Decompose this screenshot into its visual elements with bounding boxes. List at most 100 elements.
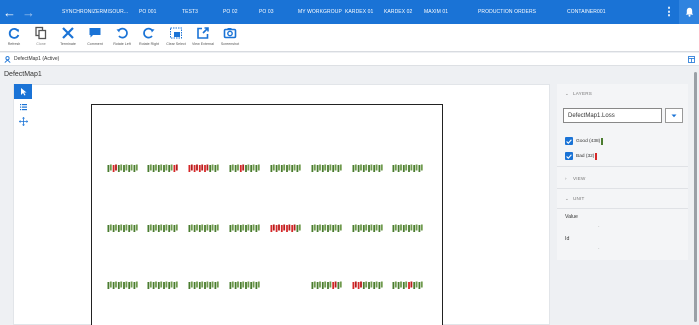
- good-die[interactable]: [168, 282, 171, 289]
- die-group[interactable]: [188, 164, 220, 173]
- good-die[interactable]: [130, 224, 133, 231]
- good-die[interactable]: [413, 165, 416, 172]
- good-die[interactable]: [120, 164, 123, 171]
- good-die[interactable]: [170, 164, 173, 171]
- layer-select[interactable]: DefectMap1.Loss: [563, 108, 662, 123]
- good-die[interactable]: [231, 281, 234, 288]
- die-group[interactable]: [311, 281, 343, 290]
- good-die[interactable]: [415, 224, 418, 231]
- good-die[interactable]: [360, 224, 362, 231]
- good-die[interactable]: [163, 225, 165, 232]
- good-die[interactable]: [165, 164, 168, 171]
- good-die[interactable]: [147, 225, 150, 232]
- tab-production-orders[interactable]: PRODUCTION ORDERS: [478, 9, 536, 15]
- good-die[interactable]: [250, 165, 253, 172]
- good-die[interactable]: [319, 224, 321, 231]
- good-die[interactable]: [397, 225, 400, 232]
- good-die[interactable]: [288, 164, 291, 171]
- list-tool-button[interactable]: [14, 99, 32, 114]
- good-die[interactable]: [313, 224, 316, 231]
- bad-die[interactable]: [410, 281, 413, 288]
- bad-die[interactable]: [112, 165, 115, 172]
- good-die[interactable]: [165, 281, 168, 288]
- good-die[interactable]: [415, 281, 418, 288]
- bad-die[interactable]: [270, 225, 273, 232]
- good-die[interactable]: [128, 282, 131, 289]
- bad-die[interactable]: [193, 165, 196, 172]
- good-die[interactable]: [339, 224, 342, 231]
- good-die[interactable]: [413, 282, 416, 289]
- good-die[interactable]: [209, 282, 212, 289]
- good-die[interactable]: [337, 282, 340, 289]
- good-die[interactable]: [237, 164, 239, 171]
- good-die[interactable]: [242, 281, 245, 288]
- good-die[interactable]: [252, 281, 255, 288]
- good-die[interactable]: [209, 225, 212, 232]
- good-die[interactable]: [324, 224, 327, 231]
- good-die[interactable]: [375, 224, 378, 231]
- good-die[interactable]: [365, 224, 368, 231]
- good-die[interactable]: [324, 281, 327, 288]
- good-die[interactable]: [420, 164, 423, 171]
- good-die[interactable]: [125, 224, 128, 231]
- good-die[interactable]: [211, 224, 214, 231]
- good-die[interactable]: [196, 281, 198, 288]
- bad-checkbox[interactable]: [565, 152, 573, 160]
- good-die[interactable]: [373, 165, 376, 172]
- good-die[interactable]: [170, 224, 173, 231]
- good-die[interactable]: [332, 225, 335, 232]
- good-die[interactable]: [329, 164, 332, 171]
- good-die[interactable]: [324, 164, 327, 171]
- bad-die[interactable]: [352, 282, 355, 289]
- good-die[interactable]: [117, 165, 120, 172]
- good-die[interactable]: [163, 282, 165, 289]
- good-die[interactable]: [298, 224, 301, 231]
- good-die[interactable]: [196, 224, 198, 231]
- good-die[interactable]: [231, 224, 234, 231]
- good-die[interactable]: [239, 282, 242, 289]
- good-die[interactable]: [257, 281, 260, 288]
- good-die[interactable]: [125, 164, 128, 171]
- layer-good-row[interactable]: Good (438): [565, 137, 604, 145]
- good-die[interactable]: [380, 281, 383, 288]
- good-die[interactable]: [311, 165, 314, 172]
- good-die[interactable]: [242, 224, 245, 231]
- good-die[interactable]: [354, 164, 357, 171]
- good-die[interactable]: [362, 225, 365, 232]
- bad-die[interactable]: [173, 165, 176, 172]
- good-die[interactable]: [157, 165, 160, 172]
- good-die[interactable]: [420, 281, 423, 288]
- bad-die[interactable]: [332, 282, 335, 289]
- clear-select-button[interactable]: Clear Select: [163, 26, 189, 46]
- good-die[interactable]: [214, 282, 217, 289]
- good-die[interactable]: [375, 281, 378, 288]
- good-die[interactable]: [280, 165, 283, 172]
- good-die[interactable]: [327, 165, 329, 172]
- good-die[interactable]: [109, 281, 112, 288]
- good-die[interactable]: [316, 165, 319, 172]
- good-die[interactable]: [352, 225, 355, 232]
- good-die[interactable]: [155, 281, 157, 288]
- good-die[interactable]: [211, 281, 214, 288]
- good-die[interactable]: [216, 224, 219, 231]
- good-die[interactable]: [231, 164, 234, 171]
- layers-section-header[interactable]: ⌄ LAYERS: [565, 91, 592, 97]
- good-die[interactable]: [339, 281, 342, 288]
- more-options-icon[interactable]: ⋮: [659, 0, 679, 24]
- die-group[interactable]: [392, 164, 424, 173]
- bad-die[interactable]: [272, 224, 275, 231]
- good-die[interactable]: [252, 224, 255, 231]
- good-die[interactable]: [332, 165, 335, 172]
- good-die[interactable]: [128, 165, 131, 172]
- bad-die[interactable]: [354, 281, 357, 288]
- good-die[interactable]: [147, 282, 150, 289]
- good-die[interactable]: [170, 281, 173, 288]
- good-die[interactable]: [247, 224, 250, 231]
- die-group[interactable]: [107, 224, 139, 233]
- bad-die[interactable]: [206, 164, 209, 171]
- die-group[interactable]: [311, 224, 343, 233]
- good-die[interactable]: [334, 224, 337, 231]
- good-die[interactable]: [321, 225, 324, 232]
- good-die[interactable]: [149, 281, 152, 288]
- good-die[interactable]: [133, 165, 136, 172]
